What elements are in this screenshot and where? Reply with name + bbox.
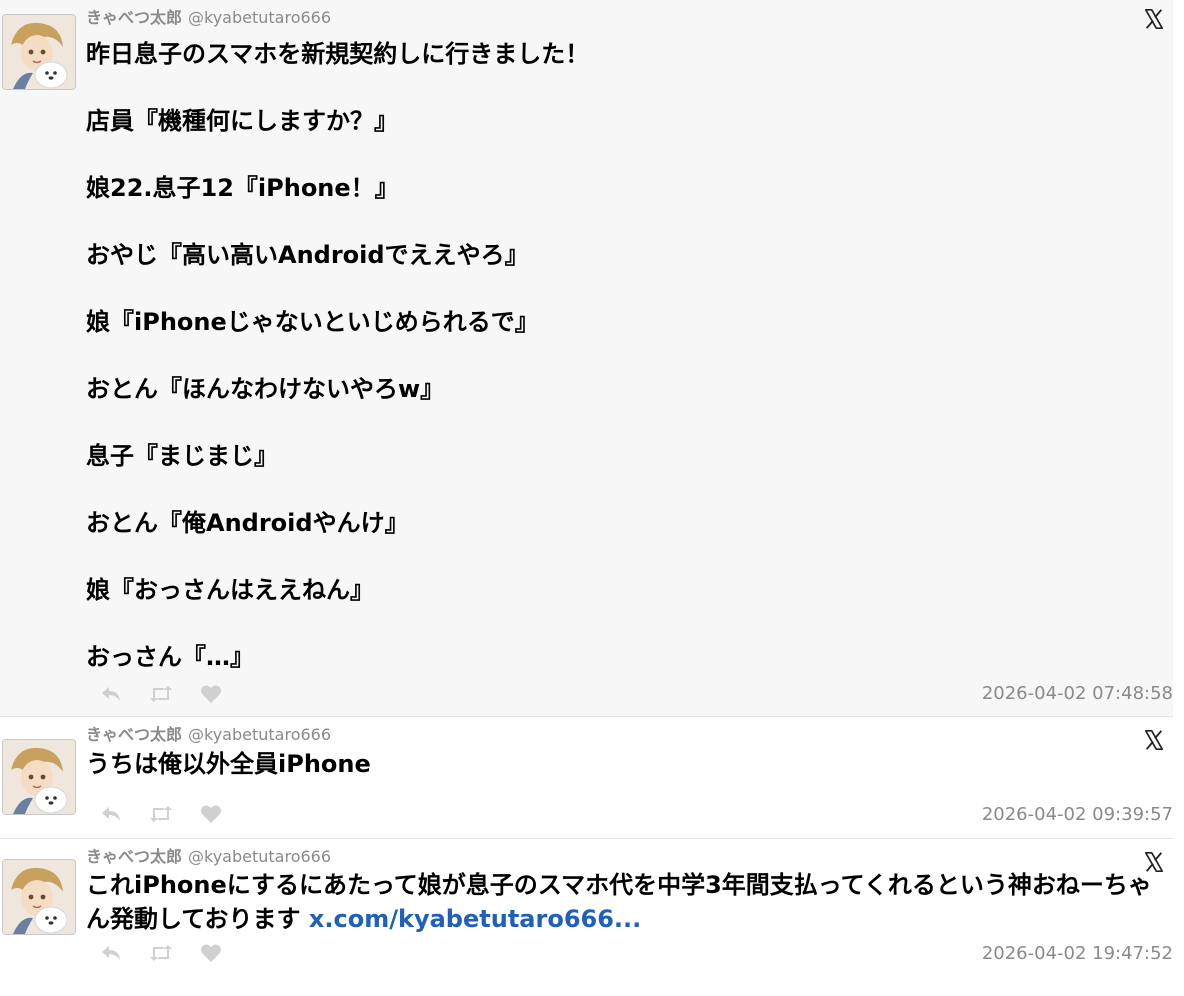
tweet-header: きゃべつ太郎 @kyabetutaro666 [86,846,331,868]
tweet-timestamp[interactable]: 2026-04-02 07:48:58 [982,683,1173,704]
user-name[interactable]: きゃべつ太郎 [86,847,182,866]
tweet-actions [98,942,224,964]
user-name[interactable]: きゃべつ太郎 [86,8,182,27]
avatar[interactable] [2,739,76,815]
tweet-card: きゃべつ太郎 @kyabetutaro666 昨日息子のスマホを新規契約しに行きま… [0,0,1173,717]
tweet-header: きゃべつ太郎 @kyabetutaro666 [86,7,331,29]
x-logo-icon[interactable] [1143,8,1165,30]
tweet-actions [98,683,224,705]
tweet-timestamp[interactable]: 2026-04-02 19:47:52 [982,943,1173,964]
reply-icon[interactable] [98,942,124,964]
tweet-timestamp[interactable]: 2026-04-02 09:39:57 [982,804,1173,825]
avatar[interactable] [2,859,76,935]
heart-icon[interactable] [198,942,224,964]
user-name[interactable]: きゃべつ太郎 [86,725,182,744]
user-handle[interactable]: @kyabetutaro666 [188,725,331,744]
tweet-text: これiPhoneにするにあたって娘が息子のスマホ代を中学3年間支払ってくれるとい… [86,868,1163,936]
reply-icon[interactable] [98,683,124,705]
retweet-icon[interactable] [148,942,174,964]
reply-icon[interactable] [98,803,124,825]
tweet-card: きゃべつ太郎 @kyabetutaro666 これiPhoneにするにあたって娘が… [0,839,1173,996]
heart-icon[interactable] [198,683,224,705]
tweet-actions [98,803,224,825]
tweet-text: 昨日息子のスマホを新規契約しに行きました！ 店員『機種何にしますか？』 娘22.… [86,40,590,671]
user-handle[interactable]: @kyabetutaro666 [188,8,331,27]
heart-icon[interactable] [198,803,224,825]
tweet-card: きゃべつ太郎 @kyabetutaro666 うちは俺以外全員iPhone 202… [0,717,1173,839]
user-handle[interactable]: @kyabetutaro666 [188,847,331,866]
avatar[interactable] [2,14,76,90]
retweet-icon[interactable] [148,683,174,705]
tweet-header: きゃべつ太郎 @kyabetutaro666 [86,724,331,746]
tweet-text: うちは俺以外全員iPhone [86,750,371,778]
tweet-link[interactable]: x.com/kyabetutaro666... [309,905,641,933]
retweet-icon[interactable] [148,803,174,825]
